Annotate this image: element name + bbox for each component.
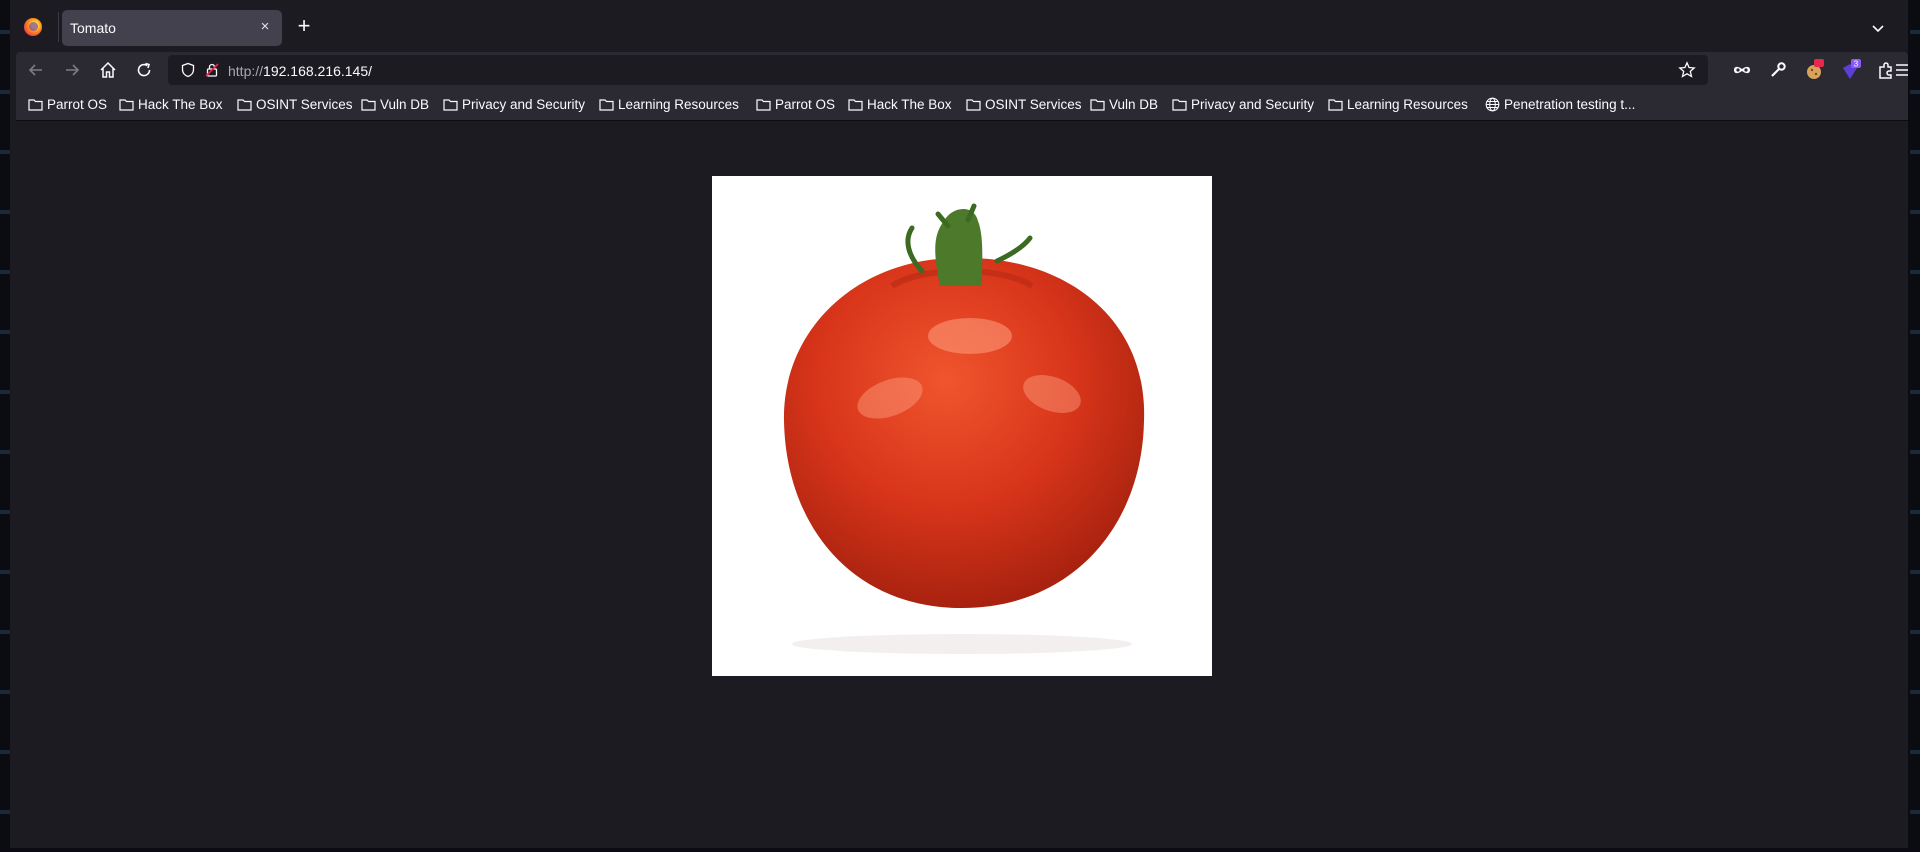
tracking-protection-shield-icon[interactable] [180,62,196,78]
new-tab-button[interactable]: + [294,15,314,38]
bookmark-label: Learning Resources [618,96,739,112]
tab-close-icon[interactable]: × [256,18,274,36]
bookmark-folder-vuln-db[interactable]: Vuln DB [361,94,429,114]
folder-icon [756,98,771,111]
bookmark-label: Privacy and Security [1191,96,1315,112]
bookmark-label: OSINT Services [985,96,1082,112]
folder-icon [28,98,43,111]
reload-icon[interactable] [134,60,154,80]
bookmark-label: Vuln DB [380,96,430,112]
home-icon[interactable] [98,60,118,80]
folder-icon [1172,98,1187,111]
url-host: 192.168.216.145 [263,63,369,79]
firefox-logo-icon[interactable] [24,18,42,36]
bookmark-label: Penetration testing t... [1504,96,1636,112]
url-scheme: http:// [228,63,264,79]
folder-icon [1090,98,1105,111]
bookmark-folder-vuln-db-2[interactable]: Vuln DB [1090,94,1158,114]
bookmark-label: OSINT Services [256,96,353,112]
wrench-icon[interactable] [1768,60,1788,80]
folder-icon [599,98,614,111]
tab-strip: Tomato × + [2,0,1908,52]
tab-title: Tomato [70,20,116,36]
folder-icon [966,98,981,111]
url-text[interactable]: http://192.168.216.145/ [228,63,372,79]
page-content [16,121,1908,848]
url-path: / [368,63,373,79]
folder-icon [119,98,134,111]
globe-icon [1485,97,1500,111]
bookmark-folder-osint-services-2[interactable]: OSINT Services [966,94,1082,114]
cookie-extension-icon[interactable] [1804,58,1826,82]
forward-arrow-icon[interactable] [62,60,82,80]
folder-icon [848,98,863,111]
hamburger-menu-icon[interactable] [1894,62,1908,78]
insecure-lock-icon[interactable] [204,62,220,78]
folder-icon [443,98,458,111]
bookmark-label: Vuln DB [1109,96,1159,112]
extensions-puzzle-icon[interactable] [1876,60,1896,80]
extension-badge-count: 3 [1854,60,1859,69]
tomato-illustration [783,203,1145,654]
desktop-edge-right [1910,0,1920,852]
bookmark-folder-osint-services[interactable]: OSINT Services [237,94,353,114]
bookmark-folder-parrot-os[interactable]: Parrot OS [28,94,107,114]
bookmark-folder-privacy-and-security[interactable]: Privacy and Security [443,94,585,114]
bookmark-folder-learning-resources-2[interactable]: Learning Resources [1328,94,1468,114]
private-mask-extension-icon[interactable] [1732,61,1752,79]
bookmark-folder-learning-resources[interactable]: Learning Resources [599,94,739,114]
bookmark-penetration-testing[interactable]: Penetration testing t... [1485,94,1635,114]
tomato-image [712,176,1212,676]
bookmark-label: Privacy and Security [462,96,586,112]
bookmark-label: Parrot OS [47,96,108,112]
bookmark-folder-hack-the-box-2[interactable]: Hack The Box [848,94,952,114]
folder-icon [1328,98,1343,111]
desktop-edge-left [0,0,10,852]
purple-extension-icon[interactable]: 3 [1840,58,1862,82]
browser-window: Tomato × + http://192.168.216.145/ 3 Par… [2,0,1908,848]
bookmarks-toolbar: Parrot OS Hack The Box OSINT Services Vu… [16,88,1908,121]
back-arrow-icon[interactable] [26,60,46,80]
tab-separator [58,12,59,42]
bookmark-label: Hack The Box [867,96,952,112]
bookmark-folder-hack-the-box[interactable]: Hack The Box [119,94,223,114]
navigation-toolbar: http://192.168.216.145/ 3 [16,52,1908,88]
bookmark-folder-privacy-and-security-2[interactable]: Privacy and Security [1172,94,1314,114]
bookmark-star-icon[interactable] [1678,61,1696,79]
folder-icon [237,98,252,111]
bookmark-label: Hack The Box [138,96,223,112]
tab-tomato[interactable]: Tomato × [62,10,282,46]
folder-icon [361,98,376,111]
bookmark-label: Learning Resources [1347,96,1468,112]
bookmark-label: Parrot OS [775,96,836,112]
bookmark-folder-parrot-os-2[interactable]: Parrot OS [756,94,835,114]
address-bar[interactable]: http://192.168.216.145/ [168,55,1708,85]
list-all-tabs-chevron-icon[interactable] [1870,20,1886,36]
